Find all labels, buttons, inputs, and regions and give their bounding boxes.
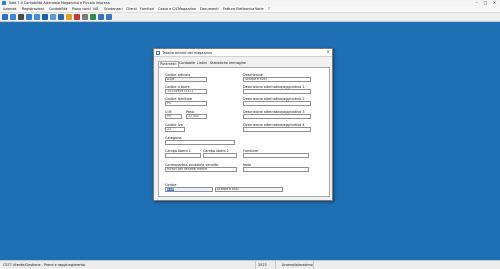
undo-icon[interactable] [106,14,112,20]
codice-fornitore-field[interactable]: PS [165,101,207,106]
app-icon [2,1,6,5]
tab-immagine[interactable]: Immagine [228,61,247,66]
book-icon[interactable] [98,14,104,20]
tab-panel-parametri: Codice articolo A1/B Codice a barre 3333… [158,67,330,197]
descrizione-field[interactable]: Scarpe e stivi [243,77,311,82]
codice-description-field: Scarpe e stivi [215,187,283,192]
desc-agg-2-field[interactable] [243,101,311,106]
codice-articolo-field[interactable]: A1/B [165,77,207,82]
desc-agg-1-field[interactable] [243,89,311,94]
menu-iva[interactable]: IVA [93,7,98,11]
codice-iva-field[interactable]: 22 [165,127,185,132]
save-icon[interactable] [10,14,16,20]
tools-icon[interactable] [82,14,88,20]
dialog-icon [156,50,160,55]
status-mode: Anomalia/maximo [282,262,313,267]
menu-azienda[interactable]: Azienda [3,7,17,11]
codice-field[interactable]: A1/B [165,187,213,192]
print-icon[interactable] [18,14,24,20]
fornitore-field[interactable] [243,153,309,158]
contacts-icon[interactable] [26,14,32,20]
menu-help[interactable]: ? [268,7,270,11]
menu-clienti[interactable]: Clienti [126,7,137,11]
window-icon[interactable] [50,14,56,20]
menu-bar: Azienda Registrazioni Contabilità Piano … [0,6,500,13]
categoria-field[interactable] [165,140,235,145]
calendar-icon[interactable] [34,14,40,20]
status-year: 2023 [258,262,267,267]
dialog-close-button[interactable]: × [326,50,330,56]
menu-contabilita[interactable]: Contabilità [49,7,67,11]
tab-statistiche[interactable]: Statistiche [209,61,229,66]
window-title: Sabi 7.0 Contabilità Aziendale Magazzino… [9,1,110,5]
desc-agg-4-field[interactable] [243,127,311,132]
desc-agg-3-field[interactable] [243,114,311,119]
table-icon[interactable] [58,14,64,20]
tab-listini[interactable]: Listini [196,61,208,66]
menu-magazzino[interactable]: Magazzino [178,7,196,11]
grid-icon[interactable] [42,14,48,20]
dialog-title: Tabella articoli del magazzino [162,50,213,55]
menu-scadenzari[interactable]: Scadenzari [104,7,123,11]
menu-varie[interactable]: Varie [255,7,264,11]
contropartita-field[interactable]: Ricavi per vendite merce [165,167,237,172]
campo-libero-1-field[interactable] [165,153,201,158]
menu-fornitori[interactable]: Fornitori [140,7,154,11]
edit-icon[interactable] [74,14,80,20]
campo-libero-2-field[interactable] [203,153,237,158]
toolbar [0,13,500,22]
codice-a-barre-field[interactable]: 3333494973311 [165,89,207,94]
peso-field[interactable]: 31,000 [186,114,207,119]
menu-cassa[interactable]: Cassa e C/C [158,7,178,11]
article-table-dialog: Tabella articoli del magazzino × Paramet… [153,48,333,201]
menu-piano-conti[interactable]: Piano conti [72,7,91,11]
menu-documenti[interactable]: Documenti [200,7,219,11]
um-field[interactable]: Ps [165,114,182,119]
chart-icon[interactable] [66,14,72,20]
menu-registrazioni[interactable]: Registrazioni [22,7,44,11]
note-field[interactable] [243,167,309,172]
codice-value: A1/B [167,187,175,191]
status-left-text: CS77 Utente/Gestione - Premi e raggiungi… [3,262,85,267]
tab-contabile[interactable]: Contabile [178,61,196,66]
box-icon[interactable] [90,14,96,20]
folder-open-icon[interactable] [2,14,8,20]
dialog-title-bar: Tabella articoli del magazzino × [154,49,332,57]
menu-fattura-elettronica[interactable]: Fattura Elettronica [223,7,254,11]
